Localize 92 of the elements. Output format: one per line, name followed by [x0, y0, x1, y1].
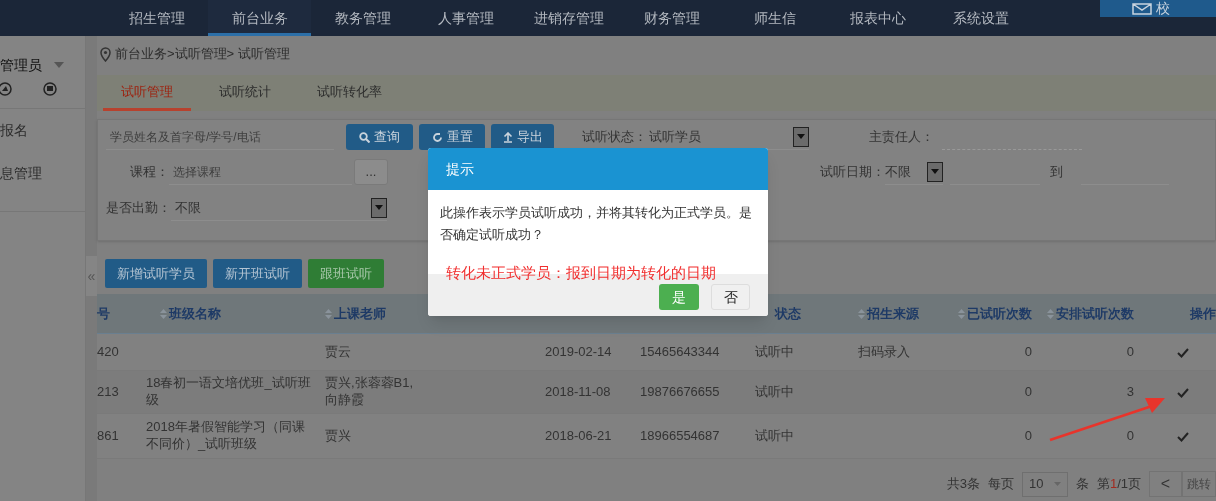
- table-cell: 861: [97, 427, 119, 445]
- column-header[interactable]: 已试听次数: [958, 305, 1032, 321]
- table-cell: 3: [1126, 383, 1134, 401]
- refresh-icon: [431, 131, 443, 143]
- nav-tab[interactable]: 财务管理: [620, 0, 723, 36]
- attendance-select[interactable]: 不限: [171, 195, 387, 221]
- breadcrumb: 前台业务>试听管理> 试听管理: [115, 45, 290, 64]
- table-cell: 2018-11-08: [545, 383, 611, 401]
- range-separator: 到: [1050, 163, 1063, 182]
- reset-button[interactable]: 重置: [419, 124, 485, 150]
- table-cell: 2018-06-21: [545, 427, 612, 445]
- nav-tab[interactable]: 人事管理: [414, 0, 517, 36]
- nav-tab[interactable]: 进销存管理: [517, 0, 620, 36]
- search-field[interactable]: 学员姓名及首字母/学号/电话: [106, 124, 334, 150]
- table-cell: 0: [1024, 383, 1032, 401]
- table-cell: 0: [1126, 343, 1134, 361]
- column-header[interactable]: 班级名称: [160, 305, 221, 321]
- nav-tab[interactable]: 师生信: [723, 0, 826, 36]
- caret-icon: [931, 169, 939, 174]
- course-label: 课程：: [130, 163, 169, 182]
- sidebar-item[interactable]: 报名: [0, 109, 85, 152]
- caret-icon: [797, 134, 805, 139]
- action-button[interactable]: 新增试听学员: [105, 259, 207, 288]
- per-page-label: 每页: [987, 475, 1014, 494]
- table-cell: 213: [97, 383, 119, 401]
- table-cell: 15465643344: [640, 343, 720, 361]
- search-icon: [359, 131, 370, 143]
- nav-tab[interactable]: 报表中心: [826, 0, 929, 36]
- table-cell: 0: [1126, 427, 1134, 445]
- dropdown-button[interactable]: [371, 197, 387, 218]
- dialog-title: 提示: [428, 148, 768, 190]
- conversion-note: 转化未正式学员：报到日期为转化的日期: [446, 263, 717, 283]
- table-cell: 420: [97, 343, 119, 361]
- table-cell: 试听中: [755, 427, 794, 445]
- caret-icon: [375, 205, 383, 210]
- table-cell-text: 贾云: [325, 343, 352, 361]
- export-button[interactable]: 导出: [491, 124, 554, 150]
- cancel-button[interactable]: 否: [711, 284, 750, 310]
- query-button[interactable]: 查询: [346, 124, 413, 150]
- column-header[interactable]: 上课老师: [325, 305, 386, 321]
- dropdown-button[interactable]: [793, 126, 809, 147]
- tab[interactable]: 试听转化率: [299, 75, 400, 111]
- page-indicator: 第1/1页: [1096, 475, 1141, 494]
- table-cell: 19876676655: [640, 383, 720, 401]
- location-pin-icon: [100, 46, 111, 62]
- table-cell-text: 贾兴,张蓉蓉B1,向静霞: [325, 374, 415, 409]
- table-cell: 试听中: [755, 383, 794, 401]
- page-size-select[interactable]: 10: [1021, 471, 1068, 497]
- nav-tab[interactable]: 系统设置: [929, 0, 1032, 36]
- user-menu[interactable]: 管理员: [0, 56, 85, 74]
- upload-icon: [502, 131, 513, 143]
- date-select[interactable]: 不限: [885, 159, 943, 185]
- confirm-button[interactable]: 是: [659, 284, 699, 310]
- table-cell: 试听中: [755, 343, 794, 361]
- course-field[interactable]: 选择课程: [169, 159, 352, 185]
- action-button[interactable]: 新开班试听: [213, 259, 302, 288]
- column-header: 状态: [775, 305, 801, 321]
- browse-button[interactable]: ...: [354, 159, 388, 185]
- nav-tab[interactable]: 教务管理: [311, 0, 414, 36]
- mail-icon: [1132, 2, 1152, 15]
- column-header: 号: [97, 305, 110, 321]
- column-header[interactable]: 招生来源: [858, 305, 919, 321]
- tab[interactable]: 试听统计: [201, 75, 289, 111]
- table-cell: 0: [1024, 427, 1032, 445]
- nav-tab[interactable]: 招生管理: [105, 0, 208, 36]
- dialog-message: 此操作表示学员试听成功，并将其转化为正式学员。是否确定试听成功？: [440, 204, 753, 244]
- table-cell: 扫码录入: [858, 343, 910, 361]
- check-icon[interactable]: [1177, 347, 1189, 358]
- nav-tab[interactable]: 前台业务: [208, 0, 311, 36]
- status-label: 试听状态：: [582, 128, 647, 147]
- dropdown-button[interactable]: [927, 161, 943, 182]
- tab[interactable]: 试听管理: [103, 75, 191, 111]
- table-cell: 2019-02-14: [545, 343, 612, 361]
- table-cell: 0: [1024, 343, 1032, 361]
- check-icon[interactable]: [1177, 431, 1189, 442]
- unit-label: 条: [1075, 475, 1089, 494]
- date-label: 试听日期：: [820, 163, 885, 182]
- table-cell-text: 贾兴: [325, 427, 352, 445]
- caret-icon: [54, 62, 64, 68]
- check-icon[interactable]: [1177, 387, 1189, 398]
- campus-button[interactable]: 校: [1100, 0, 1216, 17]
- attendance-label: 是否出勤：: [106, 199, 171, 218]
- prev-page-button[interactable]: <: [1149, 471, 1182, 497]
- owner-label: 主责任人：: [869, 128, 934, 147]
- column-header[interactable]: 安排试听次数: [1047, 305, 1134, 321]
- collapse-button[interactable]: «: [86, 256, 97, 296]
- total-count: 共3条: [946, 475, 980, 494]
- column-header: 操作: [1190, 305, 1216, 321]
- table-cell-text: 2018年暑假智能学习（同课不同价）_试听班级: [146, 418, 306, 453]
- sidebar-item[interactable]: 息管理: [0, 152, 85, 195]
- action-button[interactable]: 跟班试听: [308, 259, 384, 288]
- table-cell: 18966554687: [640, 427, 720, 445]
